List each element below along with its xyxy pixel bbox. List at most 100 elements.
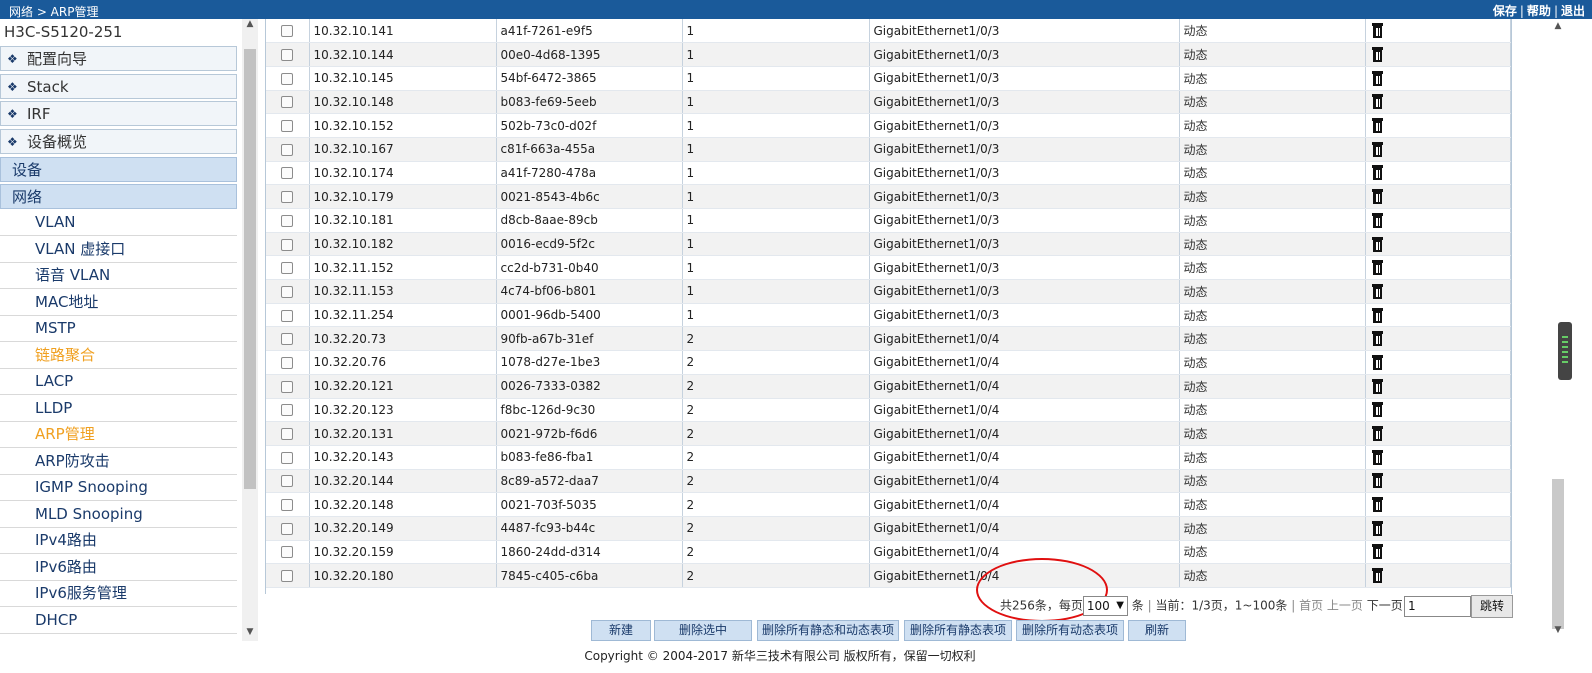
scrollbar-thumb[interactable] bbox=[1552, 479, 1564, 629]
row-checkbox[interactable] bbox=[281, 214, 294, 227]
logout-link[interactable]: 退出 bbox=[1561, 4, 1585, 18]
row-checkbox[interactable] bbox=[281, 309, 294, 322]
per-page-select[interactable]: 100 ▼ bbox=[1082, 596, 1128, 616]
operation-cell bbox=[1365, 421, 1511, 446]
row-checkbox[interactable] bbox=[281, 356, 294, 369]
sidebar-item[interactable]: ARP管理 bbox=[0, 421, 237, 448]
sidebar-item[interactable]: IPv6服务管理 bbox=[0, 580, 237, 607]
row-checkbox[interactable] bbox=[281, 238, 294, 251]
trash-icon[interactable] bbox=[1371, 47, 1383, 63]
trash-icon[interactable] bbox=[1371, 70, 1383, 86]
vlan-cell: 2 bbox=[682, 469, 870, 494]
trash-icon[interactable] bbox=[1371, 236, 1383, 252]
row-checkbox[interactable] bbox=[281, 404, 294, 417]
trash-icon[interactable] bbox=[1371, 165, 1383, 181]
scroll-up-arrow-icon[interactable]: ▲ bbox=[242, 19, 258, 33]
sidebar-item[interactable]: MLD Snooping bbox=[0, 501, 237, 528]
row-checkbox[interactable] bbox=[281, 499, 294, 512]
type-cell: 动态 bbox=[1179, 161, 1366, 186]
sidebar-item[interactable]: VLAN 虚接口 bbox=[0, 236, 237, 263]
nav-group-wizard[interactable]: ❖ 配置向导 bbox=[0, 46, 237, 71]
side-widget-icon[interactable] bbox=[1558, 322, 1572, 380]
sidebar-item[interactable]: MSTP bbox=[0, 315, 237, 342]
refresh-button[interactable]: 刷新 bbox=[1128, 620, 1186, 641]
row-checkbox[interactable] bbox=[281, 262, 294, 275]
help-link[interactable]: 帮助 bbox=[1527, 4, 1551, 18]
scroll-down-arrow-icon[interactable]: ▼ bbox=[242, 627, 258, 641]
scrollbar-thumb[interactable] bbox=[244, 49, 256, 489]
row-checkbox[interactable] bbox=[281, 96, 294, 109]
trash-icon[interactable] bbox=[1371, 23, 1383, 39]
row-checkbox[interactable] bbox=[281, 49, 294, 62]
row-checkbox[interactable] bbox=[281, 143, 294, 156]
trash-icon[interactable] bbox=[1371, 354, 1383, 370]
row-checkbox[interactable] bbox=[281, 428, 294, 441]
trash-icon[interactable] bbox=[1371, 331, 1383, 347]
nav-section-device[interactable]: 设备 bbox=[0, 157, 237, 182]
prev-page-link[interactable]: 上一页 bbox=[1327, 599, 1363, 613]
trash-icon[interactable] bbox=[1371, 189, 1383, 205]
sidebar-item[interactable]: 语音 VLAN bbox=[0, 262, 237, 289]
row-checkbox[interactable] bbox=[281, 570, 294, 583]
table-row: 10.32.20.180 7845-c405-c6ba 2 GigabitEthern… bbox=[266, 563, 1511, 588]
first-page-link[interactable]: 首页 bbox=[1299, 599, 1323, 613]
nav-section-network[interactable]: 网络 bbox=[0, 184, 237, 209]
trash-icon[interactable] bbox=[1371, 426, 1383, 442]
sidebar-item[interactable]: IPv4路由 bbox=[0, 527, 237, 554]
nav-group-irf[interactable]: ❖ IRF bbox=[0, 101, 237, 126]
trash-icon[interactable] bbox=[1371, 212, 1383, 228]
delete-all-dynamic-button[interactable]: 删除所有动态表项 bbox=[1016, 620, 1124, 641]
row-checkbox[interactable] bbox=[281, 72, 294, 85]
trash-icon[interactable] bbox=[1371, 141, 1383, 157]
sidebar-item[interactable]: LLDP bbox=[0, 395, 237, 422]
sidebar-item[interactable]: 链路聚合 bbox=[0, 342, 237, 369]
next-page-link[interactable]: 下一页 bbox=[1367, 599, 1403, 613]
delete-all-static-dynamic-button[interactable]: 删除所有静态和动态表项 bbox=[757, 620, 899, 641]
trash-icon[interactable] bbox=[1371, 473, 1383, 489]
row-checkbox[interactable] bbox=[281, 120, 294, 133]
sidebar-item[interactable]: IPv6路由 bbox=[0, 554, 237, 581]
trash-icon[interactable] bbox=[1371, 568, 1383, 584]
delete-all-static-button[interactable]: 删除所有静态表项 bbox=[904, 620, 1012, 641]
row-checkbox[interactable] bbox=[281, 451, 294, 464]
row-checkbox[interactable] bbox=[281, 333, 294, 346]
trash-icon[interactable] bbox=[1371, 402, 1383, 418]
sidebar-item[interactable]: MAC地址 bbox=[0, 289, 237, 316]
sidebar-scrollbar[interactable]: ▲ ▼ bbox=[242, 19, 258, 641]
trash-icon[interactable] bbox=[1371, 544, 1383, 560]
trash-icon[interactable] bbox=[1371, 260, 1383, 276]
trash-icon[interactable] bbox=[1371, 497, 1383, 513]
page-jump-input[interactable]: 1 bbox=[1404, 596, 1471, 617]
nav-group-overview[interactable]: ❖ 设备概览 bbox=[0, 129, 237, 154]
delete-selected-button[interactable]: 删除选中 bbox=[654, 620, 752, 641]
operation-cell bbox=[1365, 232, 1511, 257]
jump-button[interactable]: 跳转 bbox=[1471, 595, 1513, 618]
nav-group-stack[interactable]: ❖ Stack bbox=[0, 74, 237, 99]
trash-icon[interactable] bbox=[1371, 283, 1383, 299]
row-checkbox[interactable] bbox=[281, 475, 294, 488]
scroll-down-arrow-icon[interactable]: ▼ bbox=[1552, 625, 1564, 637]
row-checkbox[interactable] bbox=[281, 522, 294, 535]
row-checkbox[interactable] bbox=[281, 167, 294, 180]
trash-icon[interactable] bbox=[1371, 378, 1383, 394]
vlan-cell: 1 bbox=[682, 42, 870, 67]
row-checkbox[interactable] bbox=[281, 285, 294, 298]
select-cell bbox=[266, 563, 310, 588]
sidebar-item[interactable]: ARP防攻击 bbox=[0, 448, 237, 475]
row-checkbox[interactable] bbox=[281, 25, 294, 38]
row-checkbox[interactable] bbox=[281, 546, 294, 559]
scroll-up-arrow-icon[interactable]: ▲ bbox=[1552, 21, 1564, 33]
sidebar-item[interactable]: IGMP Snooping bbox=[0, 474, 237, 501]
trash-icon[interactable] bbox=[1371, 94, 1383, 110]
trash-icon[interactable] bbox=[1371, 520, 1383, 536]
sidebar-item[interactable]: VLAN bbox=[0, 209, 237, 236]
save-link[interactable]: 保存 bbox=[1493, 4, 1517, 18]
new-button[interactable]: 新建 bbox=[591, 620, 651, 641]
trash-icon[interactable] bbox=[1371, 307, 1383, 323]
row-checkbox[interactable] bbox=[281, 380, 294, 393]
row-checkbox[interactable] bbox=[281, 191, 294, 204]
trash-icon[interactable] bbox=[1371, 449, 1383, 465]
trash-icon[interactable] bbox=[1371, 118, 1383, 134]
sidebar-item[interactable]: DHCP bbox=[0, 607, 237, 634]
sidebar-item[interactable]: LACP bbox=[0, 368, 237, 395]
